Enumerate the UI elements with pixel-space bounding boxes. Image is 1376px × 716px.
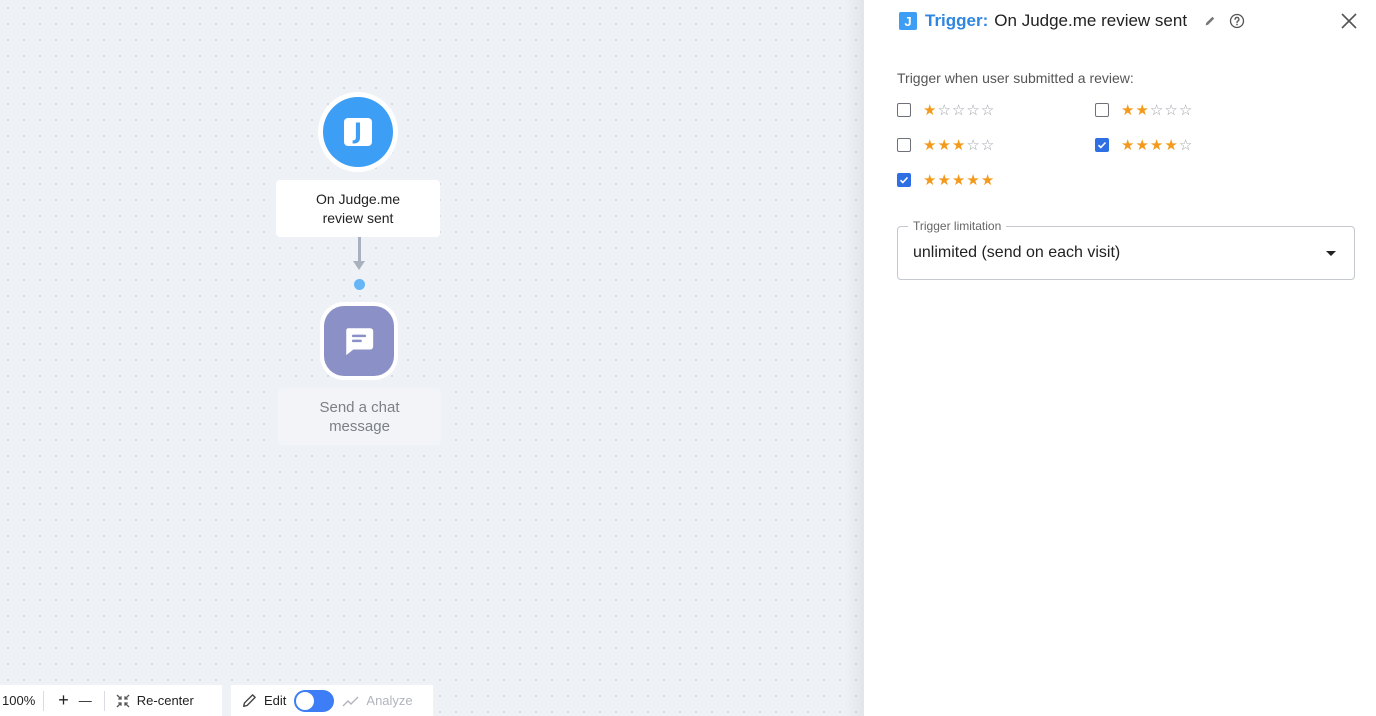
star-filled-icon: ★	[937, 135, 952, 154]
panel-title-prefix: Trigger:	[925, 11, 989, 30]
rating-checkbox[interactable]	[897, 103, 911, 117]
review-trigger-label: Trigger when user submitted a review:	[897, 70, 1134, 86]
recenter-icon	[116, 694, 130, 707]
rating-option-5[interactable]: ★★★★★	[897, 170, 995, 190]
action-node[interactable]	[320, 302, 398, 380]
checkmark-icon	[1097, 141, 1107, 149]
trigger-limitation-select[interactable]: Trigger limitation unlimited (send on ea…	[897, 219, 1355, 280]
mode-toggle[interactable]	[294, 689, 335, 712]
help-circle-icon[interactable]	[1229, 13, 1245, 29]
star-filled-icon: ★	[1135, 135, 1150, 154]
edit-mode-button[interactable]: Edit	[231, 685, 294, 716]
trigger-limitation-value: unlimited (send on each visit)	[913, 244, 1121, 261]
rating-checkbox[interactable]	[897, 173, 911, 187]
toggle-knob	[296, 691, 315, 710]
zoom-out-button[interactable]: —	[75, 685, 104, 716]
judgeme-logo-icon: J	[899, 12, 917, 30]
action-node-label-line2: message	[329, 417, 390, 435]
connector-arrow-icon	[353, 261, 365, 270]
rating-option-3[interactable]: ★★★☆☆	[897, 135, 995, 155]
checkmark-icon	[899, 176, 909, 184]
star-filled-icon: ★	[1121, 100, 1136, 119]
panel-title-text: On Judge.me review sent	[994, 11, 1188, 30]
star-outline-icon: ☆	[1178, 135, 1194, 154]
star-filled-icon: ★	[923, 135, 938, 154]
rating-stars: ★☆☆☆☆	[923, 100, 996, 119]
star-filled-icon: ★	[923, 100, 938, 119]
connector-line	[358, 237, 361, 263]
star-filled-icon: ★	[937, 170, 952, 189]
star-filled-icon: ★	[980, 170, 996, 189]
star-outline-icon: ☆	[951, 100, 967, 119]
trigger-node-label[interactable]: On Judge.me review sent	[276, 180, 440, 237]
trigger-node-icon-bg: J	[323, 97, 393, 167]
star-filled-icon: ★	[951, 135, 967, 154]
star-filled-icon: ★	[1149, 135, 1165, 154]
pencil-icon	[242, 694, 256, 708]
edit-mode-label: Edit	[264, 693, 287, 708]
trigger-node-label-line1: On Judge.me	[315, 190, 401, 207]
star-outline-icon: ☆	[980, 100, 996, 119]
analyze-mode-label: Analyze	[366, 693, 413, 708]
action-node-label[interactable]: Send a chat message	[278, 388, 441, 445]
rating-stars: ★★★★☆	[1121, 135, 1194, 154]
panel-header: J Trigger: On Judge.me review sent	[899, 9, 1245, 33]
rating-option-4[interactable]: ★★★★☆	[1095, 135, 1193, 155]
star-filled-icon: ★	[1121, 135, 1136, 154]
trigger-node[interactable]: J	[318, 92, 398, 172]
connector-handle[interactable]	[354, 279, 365, 290]
panel-title[interactable]: Trigger: On Judge.me review sent	[925, 11, 1187, 31]
star-filled-icon: ★	[1135, 100, 1150, 119]
action-node-label-line1: Send a chat	[319, 398, 400, 416]
analyze-mode-button[interactable]: Analyze	[334, 685, 420, 716]
judgeme-logo-icon: J	[344, 118, 372, 146]
rating-option-2[interactable]: ★★☆☆☆	[1095, 100, 1193, 120]
rating-stars: ★★☆☆☆	[1121, 100, 1194, 119]
dropdown-caret-icon	[1326, 251, 1336, 256]
zoom-toolbar: 100% + — Re-center	[0, 685, 222, 716]
rating-checkbox[interactable]	[897, 138, 911, 152]
mode-toolbar: Edit Analyze	[231, 685, 433, 716]
star-outline-icon: ☆	[966, 135, 981, 154]
star-outline-icon: ☆	[1164, 100, 1179, 119]
rating-checkbox[interactable]	[1095, 103, 1109, 117]
star-filled-icon: ★	[1164, 135, 1179, 154]
zoom-in-button[interactable]: +	[44, 685, 75, 716]
rating-option-1[interactable]: ★☆☆☆☆	[897, 100, 995, 120]
star-outline-icon: ☆	[980, 135, 996, 154]
star-outline-icon: ☆	[966, 100, 981, 119]
rating-checkbox[interactable]	[1095, 138, 1109, 152]
panel-shadow	[844, 0, 864, 716]
pencil-icon[interactable]	[1203, 14, 1217, 28]
star-outline-icon: ☆	[937, 100, 952, 119]
star-filled-icon: ★	[923, 170, 938, 189]
trigger-limitation-label: Trigger limitation	[908, 219, 1007, 233]
recenter-button[interactable]: Re-center	[105, 685, 202, 716]
rating-stars: ★★★★★	[923, 170, 996, 189]
rating-stars: ★★★☆☆	[923, 135, 996, 154]
close-icon[interactable]	[1338, 10, 1360, 32]
recenter-label: Re-center	[136, 693, 194, 708]
flow-canvas[interactable]: J On Judge.me review sent Send a chat me…	[0, 0, 864, 716]
chat-message-icon	[346, 328, 374, 356]
trigger-node-label-line2: review sent	[322, 209, 394, 226]
action-node-icon-bg	[324, 306, 394, 376]
star-filled-icon: ★	[951, 170, 967, 189]
zoom-level: 100%	[2, 693, 36, 708]
star-outline-icon: ☆	[1149, 100, 1165, 119]
trend-line-icon	[342, 696, 359, 706]
star-filled-icon: ★	[966, 170, 981, 189]
star-outline-icon: ☆	[1178, 100, 1194, 119]
trigger-settings-panel: J Trigger: On Judge.me review sent Trigg…	[864, 0, 1376, 716]
